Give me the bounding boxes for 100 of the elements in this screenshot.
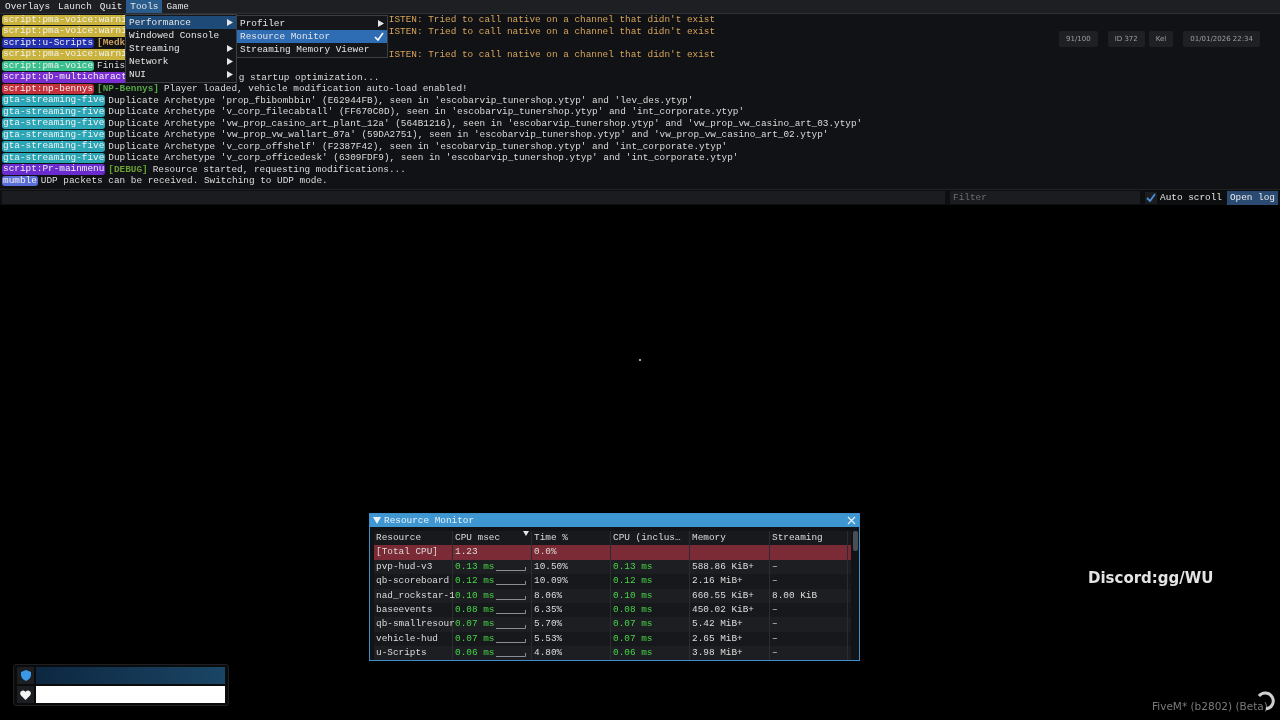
table-cell: 0.06 ms [611, 646, 690, 660]
menu-item[interactable]: Tools [126, 0, 163, 13]
log-prefix: [Medk [97, 37, 126, 49]
usage-graph [496, 581, 527, 586]
menu-item[interactable]: Quit [95, 0, 127, 13]
menu-item[interactable]: NUI [126, 68, 236, 81]
log-message: UDP packets can be received. Switching to UDP mode. [40, 175, 328, 187]
table-cell: – [770, 574, 848, 589]
sort-icon [523, 531, 529, 536]
menu-item[interactable]: Game [162, 0, 193, 13]
usage-graph [496, 595, 527, 600]
table-cell: 0.10 ms [611, 588, 690, 603]
table-cell: 2.16 MiB+ [690, 574, 770, 589]
log-source-tag: gta-streaming-five [2, 129, 106, 140]
table-cell: 0.0% [532, 545, 611, 560]
table-cell: 10.09% [532, 574, 611, 589]
log-message: Player loaded, vehicle modification auto-load enabled! [163, 83, 468, 95]
column-header[interactable]: Time % [534, 532, 568, 543]
log-source-tag: gta-streaming-five [2, 95, 106, 106]
log-message: Resource started, requesting modifications... [152, 163, 406, 175]
log-message: Duplicate Archetype 'v_corp_filecabtall' (FF670C0D), seen in 'escobarvip_tunershop.ytyp' and 'int_corporate.ytyp' [108, 106, 744, 118]
log-source-tag: gta-streaming-five [2, 118, 106, 129]
menu-item[interactable]: Resource Monitor [237, 30, 387, 43]
column-header[interactable]: Streaming [772, 532, 823, 543]
command-input-field[interactable] [2, 191, 946, 204]
table-cell: 8.00 KiB [770, 588, 848, 603]
table-cell: 0.07 ms [611, 617, 690, 632]
scrollbar-thumb[interactable] [853, 531, 858, 551]
log-source-tag: script:pma-voice:warni [2, 14, 128, 25]
discord-text: Discord:gg/WU [1088, 569, 1214, 587]
menu-item[interactable]: Network [126, 55, 236, 68]
table-cell-text: 0.07 ms [455, 631, 495, 646]
heart-icon [20, 689, 31, 700]
log-source-tag: script:qb-multicharact [2, 72, 128, 83]
log-message: Duplicate Archetype 'v_corp_officedesk' (6309FDF9), seen in 'escobarvip_tunershop.ytyp' and 'int_corporate.ytyp' [108, 152, 739, 164]
log-source-tag: script:u-Scripts [2, 37, 94, 48]
table-cell: 0.07 ms [455, 617, 495, 632]
table-cell: 0.12 ms [611, 574, 690, 589]
log-source-tag: gta-streaming-five [2, 141, 106, 152]
table-cell: 0.06 ms [455, 646, 495, 660]
table-cell: – [770, 617, 848, 632]
table-cell: 0.12 ms [455, 574, 495, 589]
column-header[interactable]: Memory [692, 532, 726, 543]
table-cell: 4.80% [532, 646, 611, 660]
menu-item[interactable]: Profiler [237, 17, 387, 30]
menu-item[interactable]: Performance [126, 16, 236, 29]
column-header[interactable]: CPU msec [455, 531, 500, 546]
checkbox[interactable] [1145, 191, 1158, 204]
window-title: Resource Monitor [384, 515, 475, 526]
table-cell: [Total CPU] [374, 545, 453, 560]
menu-item[interactable]: Overlays [1, 0, 54, 13]
filter-field[interactable]: Filter [950, 191, 1141, 204]
table-cell-text: 0.08 ms [455, 602, 495, 617]
log-source-tag: script:pma-voice:warni [2, 26, 128, 37]
menu-item[interactable]: Windowed Console [126, 29, 236, 42]
log-source-tag: script:Pr-mainmenu [2, 164, 106, 175]
table-cell: 5.70% [532, 617, 611, 632]
log-message: Duplicate Archetype 'prop_fbibombbin' (E62944FB), seen in 'escobarvip_tunershop.ytyp' and 'lev_des.ytyp' [108, 94, 694, 106]
log-message: Duplicate Archetype 'vw_prop_vw_wallart_07a' (59DA2751), seen in 'escobarvip_tunershop.ytyp' and 'vw_prop_vw_casino_art_02.ytyp' [108, 129, 829, 141]
log-source-tag: gta-streaming-five [2, 152, 106, 163]
table-cell: qb-scoreboard [374, 574, 453, 589]
log-source-tag: script:np-bennys [2, 83, 94, 94]
table-cell: 1.23 [455, 545, 478, 560]
collapse-icon[interactable] [373, 517, 381, 524]
log-message: ISTEN: Tried to call native on a channel that didn't exist [388, 14, 716, 26]
log-prefix: [NP-Bennys] [97, 83, 159, 95]
log-message: Duplicate Archetype 'vw_prop_casino_art_plant_12a' (564B1216), seen in 'escobarvip_tunershop.ytyp' and 'vw_prop_vw_casino_art_03.ytyp' [108, 117, 863, 129]
log-source-tag: mumble [2, 175, 38, 186]
log-prefix: [DEBUG] [108, 163, 148, 175]
table-cell-text: 0.13 ms [455, 559, 495, 574]
table-cell: 0.10 ms [455, 588, 495, 603]
column-header[interactable]: Resource [376, 532, 421, 543]
checkbox-label: Auto scroll [1160, 192, 1222, 203]
column-header[interactable]: CPU (inclus… [613, 532, 681, 543]
table-cell: 660.55 KiB+ [690, 588, 770, 603]
log-source-tag: script:pma-voice:warni [2, 49, 128, 60]
menu-item[interactable]: Launch [54, 0, 96, 13]
log-message: Duplicate Archetype 'v_corp_offshelf' (F2387F42), seen in 'escobarvip_tunershop.ytyp' and 'int_corporate.ytyp' [108, 140, 728, 152]
usage-graph [496, 638, 527, 643]
log-message: Finis [97, 60, 126, 72]
usage-graph [496, 567, 527, 571]
log-message: ISTEN: Tried to call native on a channel that didn't exist [388, 48, 716, 60]
close-icon[interactable] [847, 516, 856, 525]
log-message: ISTEN: Tried to call native on a channel that didn't exist [388, 25, 716, 37]
table-cell: u-Scripts [374, 646, 453, 660]
log-source-tag: gta-streaming-five [2, 106, 106, 117]
log-message: g startup optimization... [238, 71, 380, 83]
usage-graph [496, 653, 527, 658]
usage-graph [496, 624, 527, 629]
table-cell: – [770, 646, 848, 660]
log-source-tag: script:pma-voice [2, 60, 94, 71]
table-cell: 3.98 MiB+ [690, 646, 770, 660]
usage-graph [496, 610, 527, 615]
menu-item[interactable]: Streaming Memory Viewer [237, 43, 387, 56]
menu-item[interactable]: Streaming [126, 42, 236, 55]
shield-icon [20, 670, 31, 681]
table-cell: 5.42 MiB+ [690, 617, 770, 632]
open-log-button[interactable]: Open log [1227, 190, 1278, 205]
version-label: FiveM* (b2802) (Beta) [1152, 700, 1268, 712]
table-cell: 8.06% [532, 588, 611, 603]
